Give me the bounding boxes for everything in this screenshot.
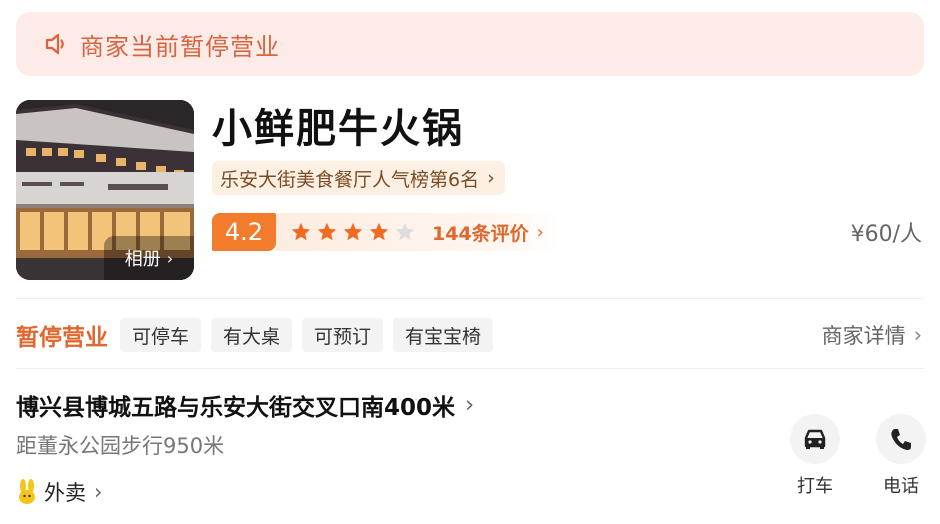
- star-filled-icon: [317, 222, 337, 241]
- rabbit-icon: [16, 479, 38, 505]
- chevron-right-icon: ›: [465, 392, 475, 418]
- phone-icon: [876, 414, 926, 464]
- chevron-right-icon: ›: [536, 221, 544, 243]
- facility-tag: 可停车: [120, 318, 202, 352]
- album-label: 相册: [124, 249, 161, 270]
- facility-tag: 可预订: [302, 318, 384, 352]
- walking-distance: 距董永公园步行950米: [16, 434, 225, 458]
- chevron-right-icon: ›: [913, 323, 922, 347]
- average-price: ¥60/人: [850, 222, 922, 247]
- album-button[interactable]: 相册 ›: [104, 236, 194, 280]
- store-name: 小鲜肥牛火锅: [212, 106, 464, 152]
- rating-summary[interactable]: 144条评价 ›: [276, 213, 560, 251]
- address-link[interactable]: 博兴县博城五路与乐安大街交叉口南400米 ›: [16, 388, 474, 422]
- star-filled-icon: [343, 222, 363, 241]
- chevron-right-icon: ›: [487, 167, 495, 189]
- ranking-badge[interactable]: 乐安大街美食餐厅人气榜第6名 ›: [212, 161, 505, 195]
- status-row: 暂停营业 可停车 有大桌 可预订 有宝宝椅 商家详情 ›: [16, 316, 924, 354]
- divider: [16, 298, 924, 299]
- star-filled-icon: [291, 222, 311, 241]
- takeout-link[interactable]: 外卖 ›: [16, 476, 102, 508]
- review-count: 144条评价: [432, 222, 529, 245]
- taxi-label: 打车: [797, 476, 833, 497]
- closed-notice-banner: 商家当前暂停营业: [16, 12, 924, 76]
- chevron-right-icon: ›: [94, 480, 103, 504]
- ranking-text: 乐安大街美食餐厅人气榜第6名: [220, 168, 480, 191]
- star-filled-icon: [369, 222, 389, 241]
- merchant-details-link[interactable]: 商家详情 ›: [822, 316, 922, 354]
- star-empty-icon: [395, 222, 415, 241]
- merchant-details-label: 商家详情: [821, 324, 906, 348]
- speaker-icon: [42, 30, 70, 58]
- rating-score: 4.2: [212, 213, 276, 251]
- taxi-button[interactable]: 打车: [780, 414, 850, 498]
- address-text: 博兴县博城五路与乐安大街交叉口南400米: [16, 395, 456, 421]
- star-rating: [290, 221, 416, 243]
- notice-text: 商家当前暂停营业: [80, 32, 280, 61]
- takeout-label: 外卖: [44, 481, 86, 505]
- store-photo[interactable]: 相册 ›: [16, 100, 194, 280]
- phone-button[interactable]: 电话: [866, 414, 936, 498]
- facility-tag: 有大桌: [211, 318, 293, 352]
- rating-row[interactable]: 4.2 144条评价 ›: [212, 212, 560, 252]
- car-icon: [790, 414, 840, 464]
- store-detail-card: 商家当前暂停营业 相册 › 小鲜肥牛火锅 乐安大街美食餐厅人气榜第6名 › 4.…: [0, 0, 940, 524]
- divider: [16, 368, 924, 369]
- business-status: 暂停营业: [16, 325, 108, 351]
- facility-tag: 有宝宝椅: [393, 318, 494, 352]
- chevron-right-icon: ›: [166, 248, 174, 268]
- phone-label: 电话: [883, 476, 919, 497]
